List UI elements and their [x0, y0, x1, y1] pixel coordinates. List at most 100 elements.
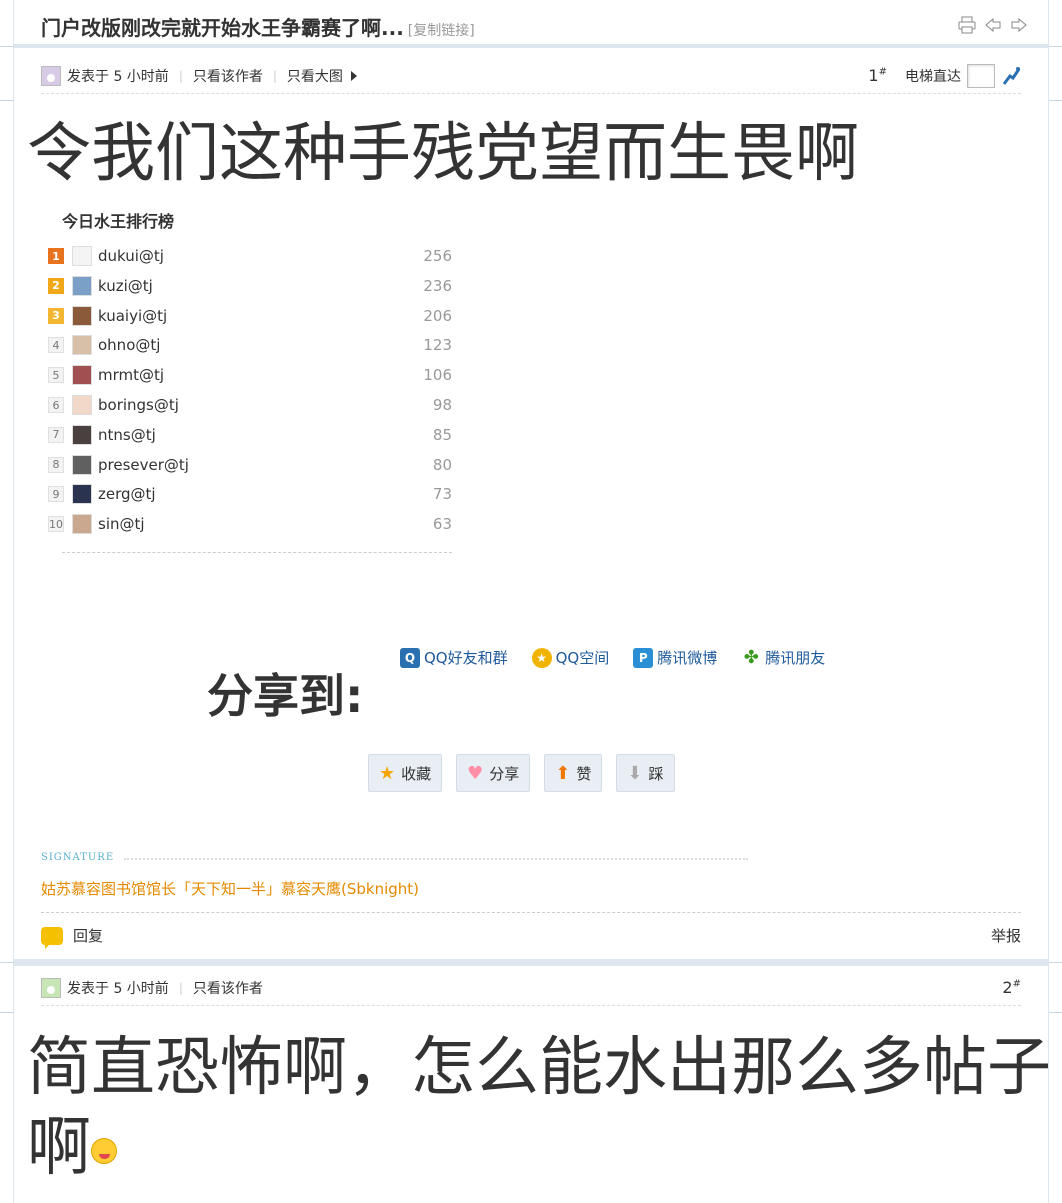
- ranking-row: 7 ntns@tj 85: [48, 420, 452, 450]
- clover-icon: ✤: [743, 647, 759, 668]
- rank-post-count: 98: [432, 396, 452, 414]
- post-time: 发表于 5 小时前: [67, 980, 169, 997]
- goto-floor-label: 电梯直达: [905, 68, 961, 85]
- rank-avatar-icon: [72, 335, 92, 356]
- rank-badge: 9: [48, 486, 64, 503]
- rank-username: mrmt@tj: [98, 366, 165, 385]
- ranking-row: 2 kuzi@tj 236: [48, 271, 452, 301]
- only-author-link[interactable]: 只看该作者: [193, 978, 263, 998]
- share-links: Q QQ好友和群 ★ QQ空间 P 腾讯微博 ✤ 腾讯朋友: [400, 647, 825, 668]
- post-divider: [14, 959, 1048, 966]
- copy-link[interactable]: [复制链接]: [408, 23, 475, 39]
- rank-badge: 1: [48, 248, 64, 264]
- right-frame: [1048, 0, 1062, 1203]
- rank-badge: 4: [48, 337, 64, 354]
- rank-badge: 5: [48, 367, 64, 384]
- thread-header: 门户改版刚改完就开始水王争霸赛了啊... [复制链接]: [14, 0, 1048, 48]
- rank-username: kuaiyi@tj: [98, 306, 168, 325]
- rank-username: borings@tj: [98, 396, 179, 414]
- post-content: 简直恐怖啊，怎么能水出那么多帖子 啊: [27, 1024, 1051, 1193]
- post-content-line: 啊: [27, 1104, 1051, 1194]
- ranking-row: 9 zerg@tj 73: [48, 479, 452, 509]
- rank-post-count: 256: [423, 247, 452, 265]
- rank-post-count: 236: [423, 276, 452, 295]
- rank-badge: 3: [48, 307, 64, 324]
- like-button[interactable]: ⬆ 赞: [544, 754, 603, 792]
- only-author-link[interactable]: 只看该作者: [193, 66, 263, 86]
- rank-badge: 6: [48, 397, 64, 413]
- rank-username: kuzi@tj: [98, 276, 153, 295]
- share-button[interactable]: ♥ 分享: [456, 754, 531, 792]
- report-link[interactable]: 举报: [991, 925, 1021, 946]
- rank-badge: 7: [48, 426, 64, 443]
- post-footer: 回复 举报: [41, 912, 1021, 958]
- share-label: 分享到:: [207, 669, 364, 723]
- post-meta-right: 2#: [1002, 978, 1021, 997]
- rank-username: sin@tj: [98, 515, 145, 534]
- ranking-row: 6 borings@tj 98: [48, 390, 452, 420]
- next-thread-icon[interactable]: [1010, 16, 1028, 34]
- rank-post-count: 123: [423, 336, 452, 355]
- emoji-icon: [91, 1138, 117, 1165]
- separator: |: [272, 68, 277, 83]
- favorite-button[interactable]: ★ 收藏: [368, 754, 443, 792]
- goto-floor-input[interactable]: [967, 63, 995, 88]
- signature-text[interactable]: 姑苏慕容图书馆馆长「天下知一半」慕容天鹰(Sbknight): [41, 878, 419, 899]
- ranking-divider: [62, 552, 452, 553]
- reply-link[interactable]: 回复: [73, 925, 103, 946]
- rank-badge: 8: [48, 456, 64, 473]
- rank-username: dukui@tj: [98, 247, 164, 265]
- rank-post-count: 106: [423, 366, 452, 385]
- ranking-row: 1 dukui@tj 256: [48, 241, 452, 271]
- signature-label: SIGNATURE: [41, 852, 115, 863]
- thread-title-text: 门户改版刚改完就开始水王争霸赛了啊...: [41, 16, 404, 40]
- floor-number: 1#: [868, 66, 887, 85]
- ranking-title: 今日水王排行榜: [62, 212, 175, 231]
- ranking-row: 10 sin@tj 63: [48, 509, 452, 539]
- user-avatar-icon[interactable]: [41, 977, 61, 998]
- rank-avatar-icon: [72, 514, 92, 535]
- separator: |: [178, 68, 183, 83]
- heart-icon: ♥: [467, 762, 484, 784]
- rank-avatar-icon: [72, 395, 92, 415]
- separator: |: [178, 980, 183, 995]
- post-content-line: 简直恐怖啊，怎么能水出那么多帖子: [27, 1031, 1051, 1105]
- ranking-row: 5 mrmt@tj 106: [48, 360, 452, 390]
- share-qzone-link[interactable]: ★ QQ空间: [531, 647, 609, 668]
- triangle-right-icon[interactable]: [350, 70, 357, 81]
- reply-icon[interactable]: [41, 926, 63, 949]
- ranking-row: 4 ohno@tj 123: [48, 330, 452, 360]
- rank-avatar-icon: [72, 454, 92, 475]
- post-content: 令我们这种手残党望而生畏啊: [27, 117, 859, 191]
- post-meta-right: 1# 电梯直达: [868, 63, 1021, 88]
- share-tencent-weibo-link[interactable]: P 腾讯微博: [633, 647, 717, 668]
- ranking-image: 今日水王排行榜 1 dukui@tj 256 2 kuzi@tj 236 3 kuaiyi@t…: [44, 200, 456, 556]
- post-actions: ★ 收藏 ♥ 分享 ⬆ 赞 ⬇ 踩: [368, 754, 675, 792]
- rank-post-count: 80: [432, 455, 452, 474]
- rank-username: presever@tj: [98, 455, 189, 474]
- arrow-down-icon: ⬇: [627, 762, 643, 784]
- rank-badge: 2: [48, 277, 64, 294]
- post-meta: 发表于 5 小时前 | 只看该作者 | 只看大图 1# 电梯直达: [41, 58, 1021, 94]
- arrow-up-icon: ⬆: [555, 762, 571, 784]
- only-images-link[interactable]: 只看大图: [287, 66, 343, 86]
- rank-post-count: 73: [432, 485, 452, 504]
- share-qq-friends-link[interactable]: Q QQ好友和群: [400, 647, 508, 668]
- star-icon: ★: [379, 762, 396, 784]
- qzone-star-icon: ★: [531, 647, 552, 668]
- rank-username: zerg@tj: [98, 485, 156, 504]
- left-frame: [0, 0, 14, 1203]
- share-tencent-pengyou-link[interactable]: ✤ 腾讯朋友: [741, 647, 826, 668]
- rank-post-count: 206: [423, 306, 452, 325]
- thread-title: 门户改版刚改完就开始水王争霸赛了啊... [复制链接]: [41, 12, 475, 41]
- rank-post-count: 63: [432, 515, 452, 534]
- print-icon[interactable]: [958, 16, 976, 34]
- goto-floor-icon[interactable]: [1001, 66, 1021, 86]
- user-avatar-icon[interactable]: [41, 65, 61, 86]
- header-icons: [958, 16, 1028, 34]
- ranking-row: 8 presever@tj 80: [48, 450, 452, 480]
- tencent-weibo-icon: P: [633, 647, 654, 668]
- dislike-button[interactable]: ⬇ 踩: [616, 754, 675, 792]
- prev-thread-icon[interactable]: [984, 16, 1002, 34]
- signature-divider: [124, 858, 748, 860]
